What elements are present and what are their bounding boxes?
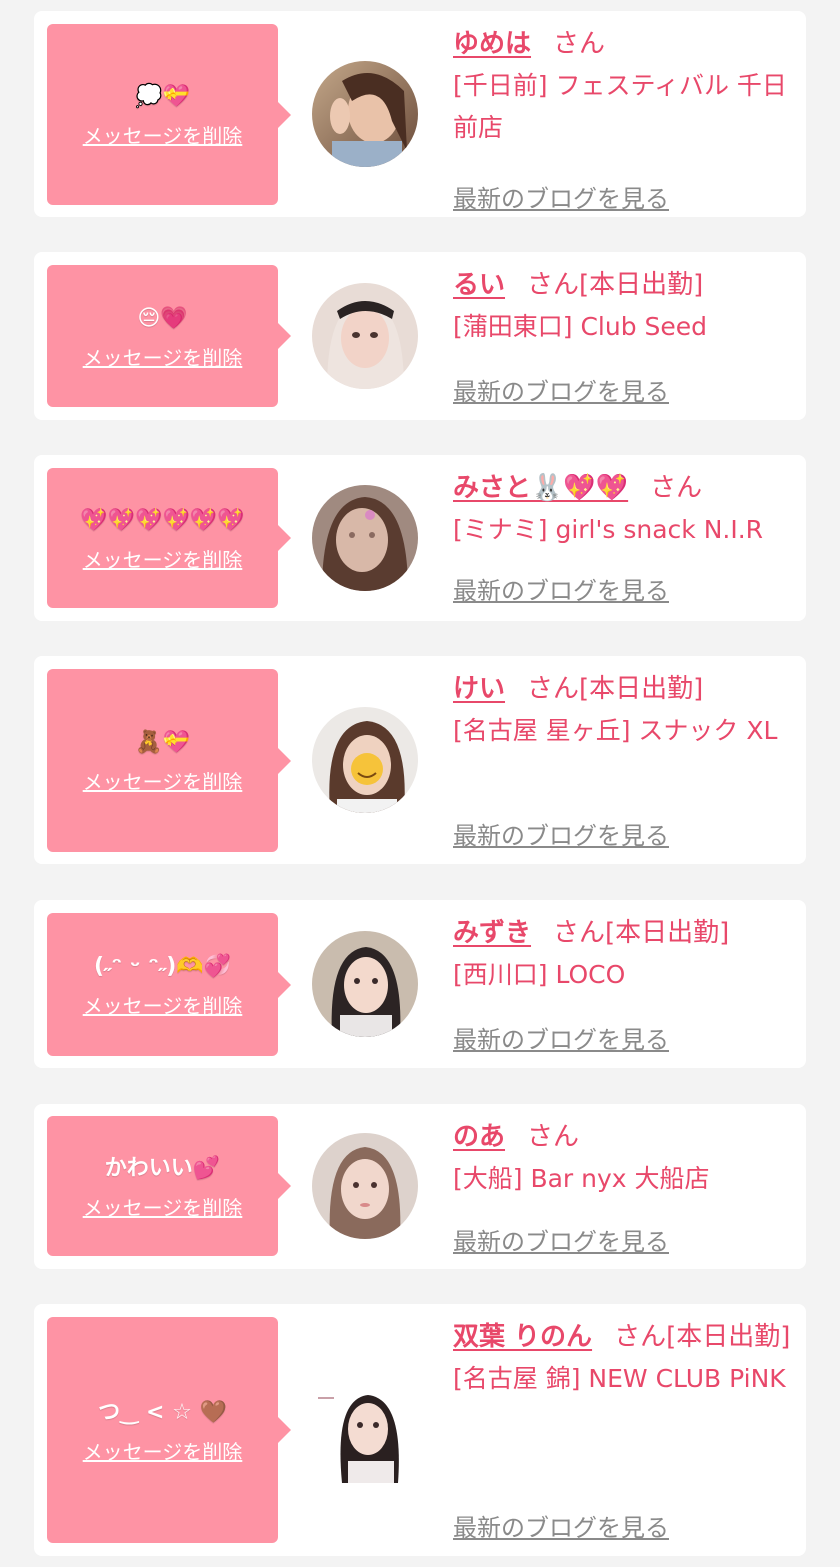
avatar[interactable] bbox=[312, 1377, 418, 1483]
shop-name: [千日前] フェスティバル 千日前店 bbox=[453, 71, 787, 142]
delete-message-link[interactable]: メッセージを削除 bbox=[83, 766, 243, 795]
girl-info: のあ さん [大船] Bar nyx 大船店 最新のブログを見る bbox=[453, 1116, 793, 1262]
delete-message-link[interactable]: メッセージを削除 bbox=[83, 120, 243, 149]
message-text: つ‿ < ☆ 🤎 bbox=[98, 1399, 227, 1425]
delete-message-link[interactable]: メッセージを削除 bbox=[83, 1192, 243, 1221]
girl-card: 💖💖💖💖💖💖 メッセージを削除 みさと🐰💖💖 さん [ミナミ] girl's sn… bbox=[34, 455, 806, 621]
shop-name: [大船] Bar nyx 大船店 bbox=[453, 1164, 710, 1193]
honorific: さん bbox=[614, 1322, 667, 1352]
message-text: 😔💗 bbox=[137, 305, 188, 331]
attendance-status: [本日出勤] bbox=[666, 1322, 791, 1352]
girl-name-link[interactable]: ゆめは bbox=[453, 29, 531, 59]
name-line: るい さん[本日出勤] bbox=[453, 264, 793, 306]
shop-name: [名古屋 錦] NEW CLUB PiNK bbox=[453, 1364, 786, 1393]
latest-blog-link[interactable]: 最新のブログを見る bbox=[453, 1508, 669, 1543]
avatar[interactable] bbox=[312, 485, 418, 591]
girl-name-link[interactable]: みずき bbox=[453, 918, 531, 948]
honorific: さん bbox=[650, 473, 703, 503]
message-text: 💖💖💖💖💖💖 bbox=[80, 507, 245, 533]
girl-card: かわいい💕 メッセージを削除 のあ さん [大船] Bar nyx 大船店 最新の… bbox=[34, 1104, 806, 1269]
message-text: 💭💝 bbox=[135, 84, 190, 109]
girl-info: けい さん[本日出勤] [名古屋 星ヶ丘] スナック XL 最新のブログを見る bbox=[453, 668, 793, 856]
girl-name-link[interactable]: 双葉 りのん bbox=[453, 1322, 592, 1352]
message-bubble: 😔💗 メッセージを削除 bbox=[47, 265, 291, 407]
message-bubble: かわいい💕 メッセージを削除 bbox=[47, 1116, 291, 1256]
latest-blog-link[interactable]: 最新のブログを見る bbox=[453, 179, 669, 214]
message-bubble: (˶ᵔ ᵕ ᵔ˶)🫶💞 メッセージを削除 bbox=[47, 913, 291, 1056]
message-text: (˶ᵔ ᵕ ᵔ˶)🫶💞 bbox=[93, 954, 232, 979]
avatar[interactable] bbox=[312, 283, 418, 389]
girl-card: 🧸💝 メッセージを削除 けい さん[本日出勤] [名古屋 星ヶ丘] スナック XL… bbox=[34, 656, 806, 864]
girl-name-link[interactable]: るい bbox=[453, 270, 505, 300]
avatar[interactable] bbox=[312, 61, 418, 167]
message-text: かわいい💕 bbox=[104, 1155, 221, 1181]
girl-card: (˶ᵔ ᵕ ᵔ˶)🫶💞 メッセージを削除 みずき さん[本日出勤] [西川口] L… bbox=[34, 900, 806, 1068]
latest-blog-link[interactable]: 最新のブログを見る bbox=[453, 1020, 669, 1055]
girl-name-link[interactable]: みさと🐰💖💖 bbox=[453, 473, 628, 503]
girl-card: つ‿ < ☆ 🤎 メッセージを削除 双葉 りのん さん[本日出勤] [名古屋 錦]… bbox=[34, 1304, 806, 1556]
avatar[interactable] bbox=[312, 707, 418, 813]
shop-name: [西川口] LOCO bbox=[453, 960, 626, 989]
message-text: 🧸💝 bbox=[135, 730, 190, 755]
message-bubble: つ‿ < ☆ 🤎 メッセージを削除 bbox=[47, 1317, 291, 1543]
shop-name: [名古屋 星ヶ丘] スナック XL bbox=[453, 716, 778, 745]
girl-info: るい さん[本日出勤] [蒲田東口] Club Seed 最新のブログを見る bbox=[453, 264, 793, 414]
delete-message-link[interactable]: メッセージを削除 bbox=[83, 342, 243, 371]
honorific: さん bbox=[527, 674, 580, 704]
shop-name: [蒲田東口] Club Seed bbox=[453, 312, 708, 341]
latest-blog-link[interactable]: 最新のブログを見る bbox=[453, 571, 669, 606]
girl-info: みさと🐰💖💖 さん [ミナミ] girl's snack N.I.R 最新のブログ… bbox=[453, 467, 793, 613]
delete-message-link[interactable]: メッセージを削除 bbox=[83, 544, 243, 573]
latest-blog-link[interactable]: 最新のブログを見る bbox=[453, 816, 669, 851]
name-line: みずき さん[本日出勤] bbox=[453, 912, 793, 954]
delete-message-link[interactable]: メッセージを削除 bbox=[83, 1436, 243, 1465]
girl-name-link[interactable]: けい bbox=[453, 674, 505, 704]
latest-blog-link[interactable]: 最新のブログを見る bbox=[453, 1222, 669, 1257]
attendance-status: [本日出勤] bbox=[605, 918, 730, 948]
name-line: ゆめは さん bbox=[453, 23, 793, 65]
name-line: のあ さん bbox=[453, 1116, 793, 1158]
name-line: けい さん[本日出勤] bbox=[453, 668, 793, 710]
girl-info: ゆめは さん [千日前] フェスティバル 千日前店 最新のブログを見る bbox=[453, 23, 793, 213]
message-bubble: 💭💝 メッセージを削除 bbox=[47, 24, 291, 205]
honorific: さん bbox=[527, 270, 580, 300]
shop-name: [ミナミ] girl's snack N.I.R bbox=[453, 515, 764, 544]
honorific: さん bbox=[527, 1122, 580, 1152]
name-line: みさと🐰💖💖 さん bbox=[453, 467, 793, 509]
honorific: さん bbox=[553, 29, 606, 59]
message-bubble: 💖💖💖💖💖💖 メッセージを削除 bbox=[47, 468, 291, 608]
avatar[interactable] bbox=[312, 1133, 418, 1239]
girl-card: 😔💗 メッセージを削除 るい さん[本日出勤] [蒲田東口] Club Seed … bbox=[34, 252, 806, 420]
attendance-status: [本日出勤] bbox=[579, 674, 704, 704]
honorific: さん bbox=[553, 918, 606, 948]
girl-info: みずき さん[本日出勤] [西川口] LOCO 最新のブログを見る bbox=[453, 912, 793, 1062]
message-bubble: 🧸💝 メッセージを削除 bbox=[47, 669, 291, 852]
avatar[interactable] bbox=[312, 931, 418, 1037]
attendance-status: [本日出勤] bbox=[579, 270, 704, 300]
name-line: 双葉 りのん さん[本日出勤] bbox=[453, 1316, 793, 1358]
girl-name-link[interactable]: のあ bbox=[453, 1122, 505, 1152]
girl-card: 💭💝 メッセージを削除 ゆめは さん [千日前] フェスティバル 千日前店 最新の… bbox=[34, 11, 806, 217]
girl-info: 双葉 りのん さん[本日出勤] [名古屋 錦] NEW CLUB PiNK 最新の… bbox=[453, 1316, 793, 1550]
delete-message-link[interactable]: メッセージを削除 bbox=[83, 990, 243, 1019]
latest-blog-link[interactable]: 最新のブログを見る bbox=[453, 372, 669, 407]
